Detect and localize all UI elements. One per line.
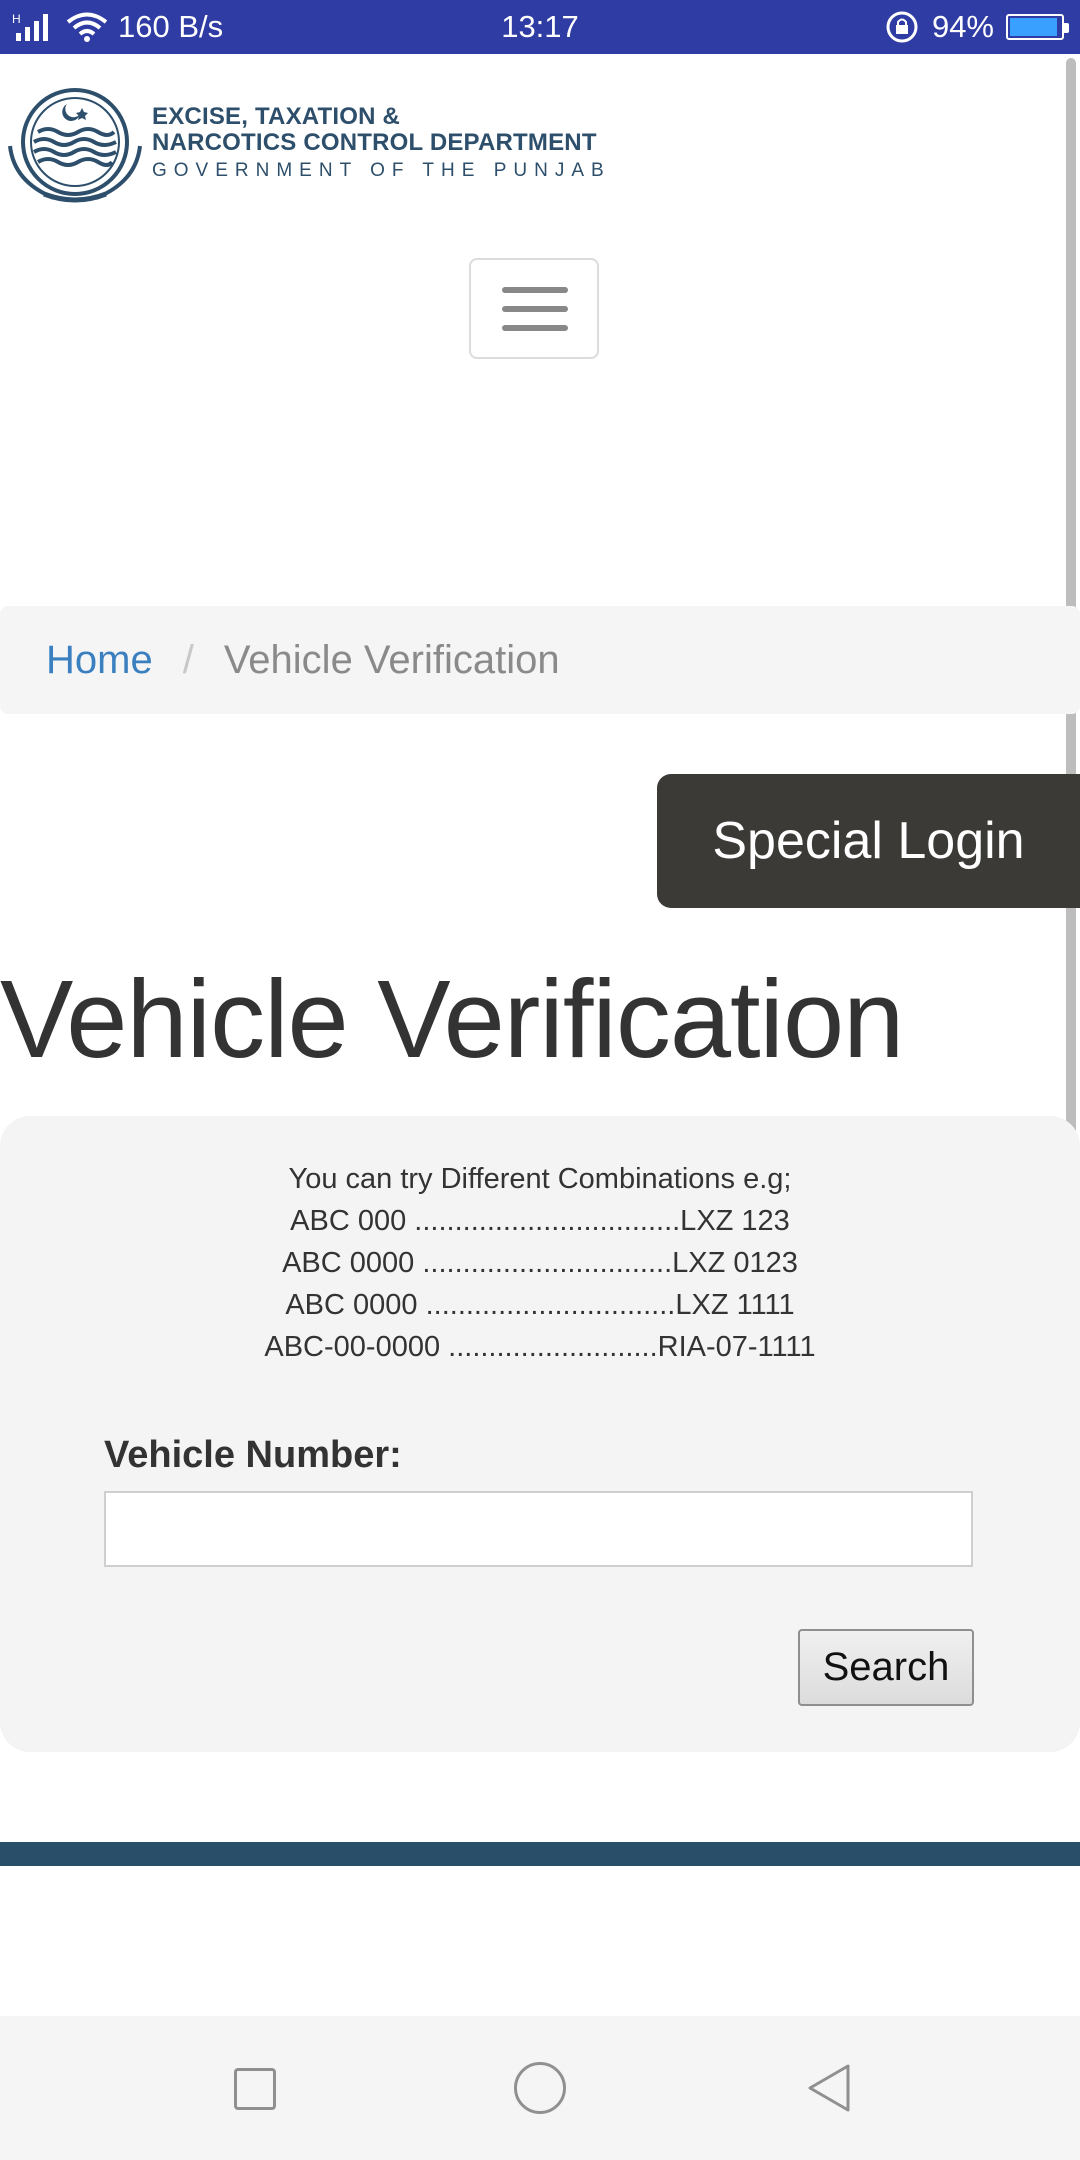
example-line: ABC 000 ................................… [290, 1205, 790, 1237]
page-title: Vehicle Verification [0, 958, 904, 1081]
example-line: ABC 0000 ...............................… [282, 1247, 798, 1279]
example-line: ABC-00-0000 ..........................RI… [264, 1331, 816, 1363]
rotation-lock-icon [886, 11, 918, 43]
special-login-button[interactable]: Special Login [657, 774, 1080, 908]
breadcrumb-current: Vehicle Verification [223, 637, 560, 682]
hamburger-menu-icon-bar [502, 306, 568, 312]
hamburger-menu-icon-bar [502, 325, 568, 331]
battery-percent: 94% [931, 9, 994, 44]
department-brand: EXCISE, TAXATION & NARCOTICS CONTROL DEP… [152, 104, 611, 184]
hamburger-menu-icon [502, 287, 568, 293]
status-bar: H 160 B/s 13:17 94% [0, 0, 1080, 54]
square-recents-icon[interactable] [234, 2068, 276, 2110]
hamburger-menu-button[interactable] [469, 258, 599, 359]
status-right: 94% [884, 0, 1069, 54]
breadcrumb-home-link[interactable]: Home [46, 638, 153, 683]
brand-line-1: EXCISE, TAXATION & [152, 103, 401, 130]
battery-icon [1006, 14, 1069, 40]
search-button[interactable]: Search [798, 1629, 974, 1706]
brand-line-2: NARCOTICS CONTROL DEPARTMENT [152, 129, 597, 156]
breadcrumb-separator: / [182, 637, 194, 682]
battery-fill [1010, 18, 1057, 36]
circle-home-icon[interactable] [514, 2062, 566, 2114]
example-line: ABC 0000 ...............................… [285, 1289, 795, 1321]
vehicle-number-label: Vehicle Number: [104, 1434, 402, 1476]
punjab-emblem-icon [8, 88, 142, 203]
clock: 13:17 [501, 9, 579, 44]
vehicle-number-input[interactable] [104, 1491, 973, 1567]
triangle-back-icon[interactable] [804, 2062, 854, 2114]
example-combinations: You can try Different Combinations e.g; … [0, 1158, 1080, 1368]
footer-divider [0, 1842, 1080, 1866]
brand-line-3: GOVERNMENT OF THE PUNJAB [152, 160, 611, 181]
breadcrumb: Home / Vehicle Verification [0, 606, 1080, 714]
examples-intro: You can try Different Combinations e.g; [288, 1163, 792, 1195]
